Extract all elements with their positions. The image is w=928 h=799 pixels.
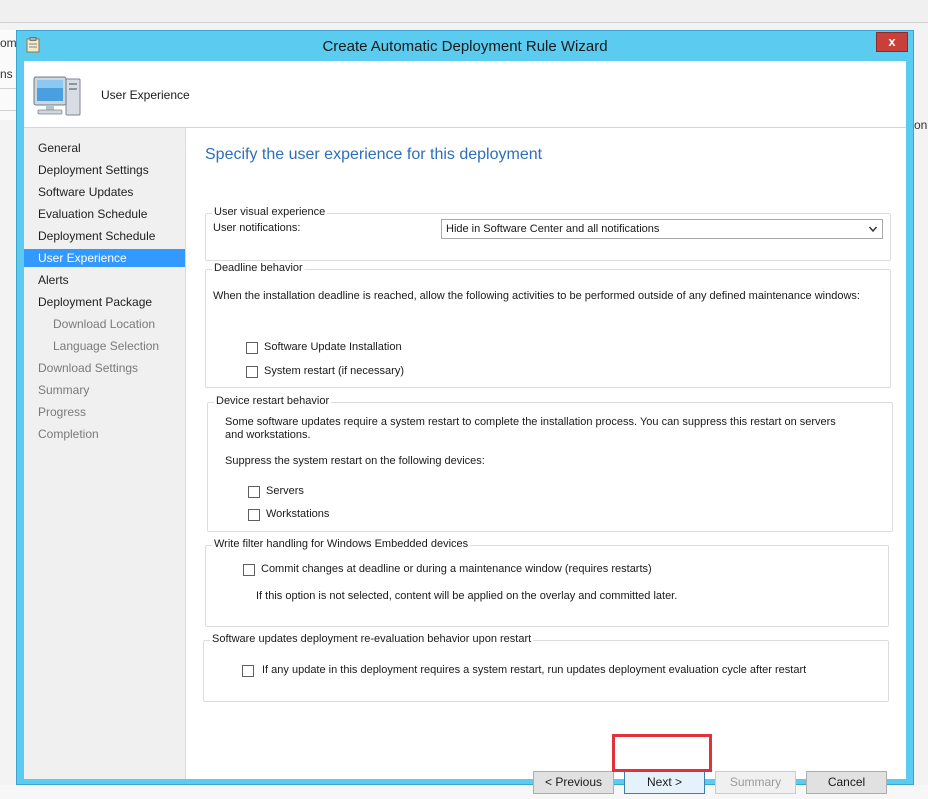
system-restart-checkbox[interactable] [246, 366, 258, 378]
nav-item-deployment-schedule[interactable]: Deployment Schedule [24, 227, 185, 245]
summary-button: Summary [715, 771, 796, 794]
wizard-step-title: User Experience [101, 88, 190, 102]
system-restart-label: System restart (if necessary) [264, 365, 404, 377]
wizard-page: Specify the user experience for this dep… [186, 128, 906, 794]
background-app-toolbar [0, 0, 928, 23]
nav-item-software-updates[interactable]: Software Updates [24, 183, 185, 201]
user-notifications-label: User notifications: [213, 222, 301, 234]
user-notifications-select[interactable]: Hide in Software Center and all notifica… [441, 219, 883, 239]
group-legend: Software updates deployment re-evaluatio… [210, 633, 534, 645]
group-device-restart-behavior: Device restart behavior Some software up… [207, 395, 893, 532]
write-filter-note: If this option is not selected, content … [256, 590, 678, 602]
wizard-window: Create Automatic Deployment Rule Wizard … [16, 30, 914, 794]
computer-monitor-icon [33, 76, 81, 116]
servers-checkbox[interactable] [248, 486, 260, 498]
nav-item-evaluation-schedule[interactable]: Evaluation Schedule [24, 205, 185, 223]
background-text-fragment: on [914, 118, 928, 132]
group-user-visual-experience: User visual experience User notification… [205, 206, 891, 261]
nav-item-language-selection: Language Selection [53, 339, 160, 353]
group-write-filter-handling: Write filter handling for Windows Embedd… [205, 538, 889, 627]
previous-button[interactable]: < Previous [533, 771, 614, 794]
background-text-fragment: om [0, 36, 17, 50]
suppress-restart-label: Suppress the system restart on the follo… [225, 455, 485, 467]
nav-item-download-settings: Download Settings [38, 361, 139, 375]
reevaluation-checkbox[interactable] [242, 665, 254, 677]
close-button[interactable]: x [876, 32, 908, 52]
cancel-button[interactable]: Cancel [806, 771, 887, 794]
window-title: Create Automatic Deployment Rule Wizard [322, 38, 608, 55]
servers-label: Servers [266, 485, 304, 497]
nav-item-summary: Summary [38, 383, 90, 397]
page-title: Specify the user experience for this dep… [205, 146, 543, 163]
commit-changes-checkbox[interactable] [243, 564, 255, 576]
software-update-installation-label: Software Update Installation [264, 341, 402, 353]
nav-item-alerts[interactable]: Alerts [24, 271, 185, 289]
background-divider [0, 110, 16, 111]
nav-item-completion: Completion [38, 427, 99, 441]
nav-item-deployment-package[interactable]: Deployment Package [24, 293, 185, 311]
nav-item-progress: Progress [38, 405, 87, 419]
group-deadline-behavior: Deadline behavior When the installation … [205, 262, 891, 388]
group-legend: Write filter handling for Windows Embedd… [212, 538, 471, 550]
deadline-description: When the installation deadline is reache… [213, 290, 860, 302]
group-reevaluation-behavior: Software updates deployment re-evaluatio… [203, 633, 889, 702]
wizard-header: User Experience [24, 61, 906, 128]
close-icon: x [888, 34, 896, 49]
nav-item-download-location: Download Location [53, 317, 156, 331]
reevaluation-label: If any update in this deployment require… [262, 664, 807, 676]
group-legend: Deadline behavior [212, 262, 305, 274]
workstations-label: Workstations [266, 508, 330, 520]
nav-item-deployment-settings[interactable]: Deployment Settings [24, 161, 185, 179]
workstations-checkbox[interactable] [248, 509, 260, 521]
nav-item-general[interactable]: General [24, 139, 185, 157]
restart-description: Some software updates require a system r… [225, 416, 836, 441]
wizard-nav: General Deployment Settings Software Upd… [24, 128, 186, 779]
background-divider [0, 88, 16, 89]
next-button[interactable]: Next > [624, 771, 705, 794]
group-legend: Device restart behavior [214, 395, 332, 407]
commit-changes-label: Commit changes at deadline or during a m… [261, 563, 652, 575]
title-bar[interactable]: Create Automatic Deployment Rule Wizard … [17, 31, 913, 61]
group-legend: User visual experience [212, 206, 328, 218]
chevron-down-icon [868, 226, 878, 233]
software-update-installation-checkbox[interactable] [246, 342, 258, 354]
background-text-fragment: ns [0, 67, 13, 81]
user-notifications-value: Hide in Software Center and all notifica… [446, 223, 660, 235]
nav-item-user-experience[interactable]: User Experience [24, 249, 185, 267]
wizard-client-area: User Experience General Deployment Setti… [24, 61, 906, 794]
